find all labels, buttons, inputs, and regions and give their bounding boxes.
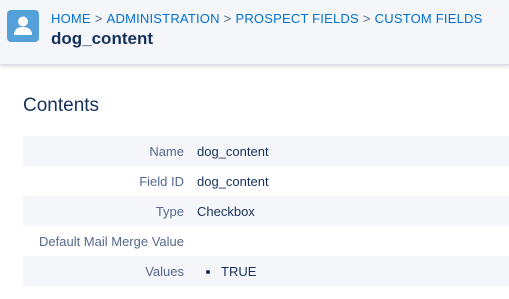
- breadcrumb-home[interactable]: HOME: [51, 11, 91, 26]
- detail-row-values: Values TRUE: [23, 256, 509, 286]
- breadcrumb-prospect-fields[interactable]: PROSPECT FIELDS: [235, 11, 358, 26]
- page-title: dog_content: [51, 29, 153, 48]
- values-list: TRUE: [197, 264, 256, 279]
- field-details-table: Name dog_content Field ID dog_content Ty…: [23, 136, 509, 286]
- detail-row-field-id: Field ID dog_content: [23, 166, 509, 196]
- detail-label: Type: [155, 203, 184, 219]
- breadcrumb: HOME > ADMINISTRATION > PROSPECT FIELDS > CUST…: [51, 11, 483, 26]
- detail-value: dog_content: [197, 143, 269, 159]
- list-item: TRUE: [221, 264, 256, 279]
- detail-value: dog_content: [197, 173, 269, 189]
- detail-label: Name: [149, 143, 184, 159]
- detail-row-type: Type Checkbox: [23, 196, 509, 226]
- detail-value: Checkbox: [197, 203, 255, 219]
- detail-label: Values: [145, 263, 184, 279]
- page-header: HOME > ADMINISTRATION > PROSPECT FIELDS > CUST…: [0, 0, 509, 65]
- breadcrumb-custom-fields[interactable]: CUSTOM FIELDS: [375, 11, 483, 26]
- section-title: Contents: [23, 95, 100, 116]
- detail-row-default-mail-merge: Default Mail Merge Value: [23, 226, 509, 256]
- breadcrumb-separator: >: [362, 11, 371, 26]
- user-icon: [7, 10, 39, 42]
- breadcrumb-separator: >: [94, 11, 103, 26]
- detail-value: TRUE: [184, 264, 256, 279]
- detail-label: Field ID: [139, 173, 184, 189]
- detail-label: Default Mail Merge Value: [39, 233, 184, 249]
- breadcrumb-administration[interactable]: ADMINISTRATION: [107, 11, 220, 26]
- breadcrumb-separator: >: [223, 11, 232, 26]
- detail-row-name: Name dog_content: [23, 136, 509, 166]
